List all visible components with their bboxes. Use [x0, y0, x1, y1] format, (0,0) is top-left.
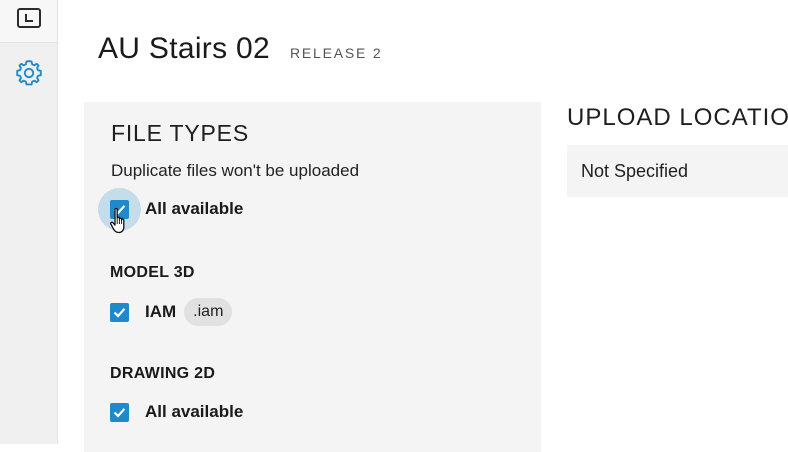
left-nav-rail	[0, 0, 58, 444]
file-types-heading: FILE TYPES	[111, 120, 249, 146]
iam-label: IAM	[145, 302, 177, 321]
model-3d-heading: MODEL 3D	[110, 264, 195, 281]
drawing-all-available-checkbox[interactable]	[110, 402, 129, 422]
sidebar-item-settings[interactable]	[0, 49, 57, 97]
drawing-2d-heading: DRAWING 2D	[110, 365, 216, 382]
sidebar-item-document[interactable]	[0, 0, 57, 43]
release-label: RELEASE 2	[290, 45, 383, 61]
check-icon	[113, 407, 126, 418]
file-types-panel: FILE TYPES Duplicate files won't be uplo…	[84, 102, 541, 452]
iam-row[interactable]: IAM .iam	[110, 298, 233, 326]
document-frame-icon	[16, 8, 41, 28]
duplicate-files-note: Duplicate files won't be uploaded	[111, 161, 360, 180]
hand-pointer-cursor-icon	[110, 207, 125, 234]
check-icon	[113, 307, 126, 318]
drawing-all-available-row[interactable]: All available	[110, 402, 243, 422]
gear-icon	[15, 60, 42, 86]
upload-location-value: Not Specified	[581, 160, 689, 181]
iam-extension-chip: .iam	[184, 298, 233, 326]
upload-location-field[interactable]: Not Specified	[567, 145, 788, 197]
page-title: AU Stairs 02	[98, 32, 270, 65]
page-header: AU Stairs 02 RELEASE 2	[98, 32, 382, 66]
all-available-label: All available	[145, 199, 244, 218]
iam-checkbox[interactable]	[110, 302, 129, 322]
upload-location-heading: UPLOAD LOCATION	[567, 104, 788, 131]
drawing-all-available-label: All available	[145, 402, 244, 421]
